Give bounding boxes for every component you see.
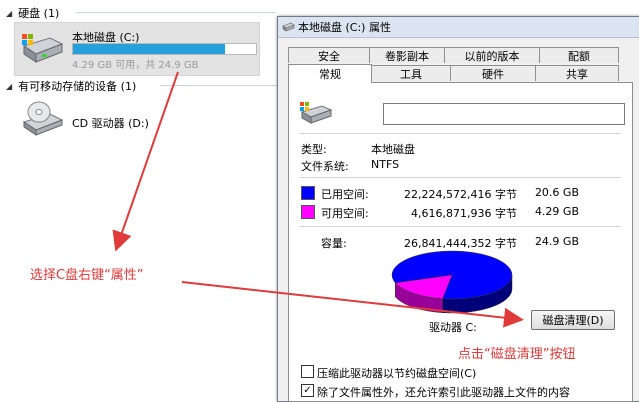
- annotation-arrows: [112, 71, 524, 328]
- right-click-annotation: 选择C盘右键“属性”: [30, 268, 144, 283]
- arrow-to-right-click-note: [112, 71, 179, 252]
- cleanup-annotation: 点击“磁盘清理”按钮: [458, 347, 576, 362]
- tab-general[interactable]: 常规: [288, 64, 372, 83]
- arrow-to-cleanup-button: [181, 281, 524, 328]
